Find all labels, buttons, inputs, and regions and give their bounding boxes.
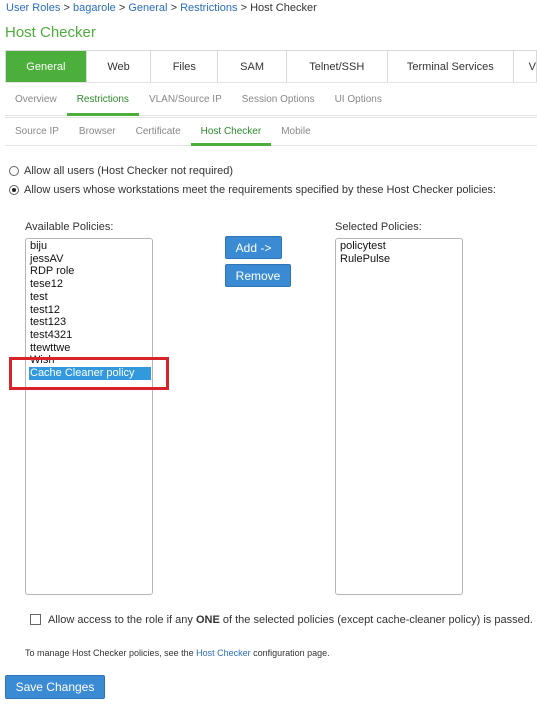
any-one-policy-checkbox[interactable]: [30, 614, 41, 625]
checkbox-label-prefix: Allow access to the role if any: [48, 614, 196, 626]
breadcrumb-current: Host Checker: [250, 2, 317, 14]
restriction-tabs: Source IP Browser Certificate Host Check…: [5, 117, 537, 146]
list-item[interactable]: test12: [30, 304, 148, 317]
tab-mobile[interactable]: Mobile: [271, 118, 320, 145]
tab-vlan-source-ip[interactable]: VLAN/Source IP: [139, 83, 232, 115]
sub-tabs: Overview Restrictions VLAN/Source IP Ses…: [5, 82, 537, 116]
breadcrumb-separator: >: [240, 2, 248, 14]
page-title: Host Checker: [5, 24, 96, 41]
available-policies-list[interactable]: biju jessAV RDP role tese12 test test12 …: [25, 238, 153, 595]
highlight-annotation: [9, 357, 169, 390]
checkbox-label-emphasis: ONE: [195, 614, 220, 626]
tab-overview[interactable]: Overview: [5, 83, 67, 115]
breadcrumb-separator: >: [63, 2, 70, 14]
list-item[interactable]: RDP role: [30, 265, 148, 278]
list-item[interactable]: jessAV: [30, 253, 148, 266]
list-item[interactable]: test: [30, 291, 148, 304]
add-button[interactable]: Add ->: [225, 236, 282, 259]
allow-policies-option[interactable]: Allow users whose workstations meet the …: [9, 184, 496, 196]
allow-policies-label: Allow users whose workstations meet the …: [24, 184, 496, 196]
list-item[interactable]: biju: [30, 240, 148, 253]
manage-note: To manage Host Checker policies, see the…: [25, 648, 330, 658]
available-policies-label: Available Policies:: [25, 221, 114, 233]
allow-policies-radio[interactable]: [9, 185, 19, 195]
breadcrumb-link-restrictions[interactable]: Restrictions: [180, 2, 237, 14]
tab-ui-options[interactable]: UI Options: [325, 83, 392, 115]
manage-note-prefix: To manage Host Checker policies, see the: [25, 648, 197, 658]
list-item[interactable]: RulePulse: [340, 253, 458, 266]
tab-general[interactable]: General: [6, 51, 87, 83]
tab-files[interactable]: Files: [151, 51, 219, 83]
breadcrumb-link-user-roles[interactable]: User Roles: [6, 2, 60, 14]
list-item[interactable]: ttewttwe: [30, 342, 148, 355]
tab-sam[interactable]: SAM: [218, 51, 287, 83]
tab-browser[interactable]: Browser: [69, 118, 126, 145]
tab-web[interactable]: Web: [87, 51, 152, 83]
host-checker-config-link[interactable]: Host Checker: [196, 648, 251, 658]
tab-session-options[interactable]: Session Options: [232, 83, 325, 115]
list-item[interactable]: policytest: [340, 240, 458, 253]
selected-policies-list[interactable]: policytest RulePulse: [335, 238, 463, 595]
tab-source-ip[interactable]: Source IP: [5, 118, 69, 145]
remove-button[interactable]: Remove: [225, 264, 291, 287]
tab-terminal-services[interactable]: Terminal Services: [388, 51, 515, 83]
tab-host-checker[interactable]: Host Checker: [190, 118, 272, 146]
selected-policies-label: Selected Policies:: [335, 221, 422, 233]
save-changes-button[interactable]: Save Changes: [5, 675, 105, 699]
allow-all-option[interactable]: Allow all users (Host Checker not requir…: [9, 165, 233, 177]
checkbox-label-suffix: of the selected policies (except cache-c…: [219, 614, 533, 626]
tab-v[interactable]: V: [514, 51, 536, 83]
tab-telnet-ssh[interactable]: Telnet/SSH: [287, 51, 388, 83]
breadcrumb-link-role[interactable]: bagarole: [73, 2, 116, 14]
breadcrumb-separator: >: [118, 2, 126, 14]
breadcrumb: User Roles > bagarole > General > Restri…: [6, 2, 317, 14]
manage-note-suffix: configuration page.: [250, 648, 330, 658]
any-one-policy-label: Allow access to the role if any ONE of t…: [48, 614, 533, 626]
breadcrumb-separator: >: [170, 2, 177, 14]
tab-certificate[interactable]: Certificate: [126, 118, 191, 145]
list-item[interactable]: test123: [30, 316, 148, 329]
breadcrumb-link-general[interactable]: General: [128, 2, 167, 14]
list-item[interactable]: test4321: [30, 329, 148, 342]
allow-all-label: Allow all users (Host Checker not requir…: [24, 165, 234, 177]
list-item[interactable]: tese12: [30, 278, 148, 291]
tab-restrictions[interactable]: Restrictions: [66, 83, 140, 116]
main-tabs: General Web Files SAM Telnet/SSH Termina…: [5, 50, 537, 83]
allow-all-radio[interactable]: [9, 166, 19, 176]
